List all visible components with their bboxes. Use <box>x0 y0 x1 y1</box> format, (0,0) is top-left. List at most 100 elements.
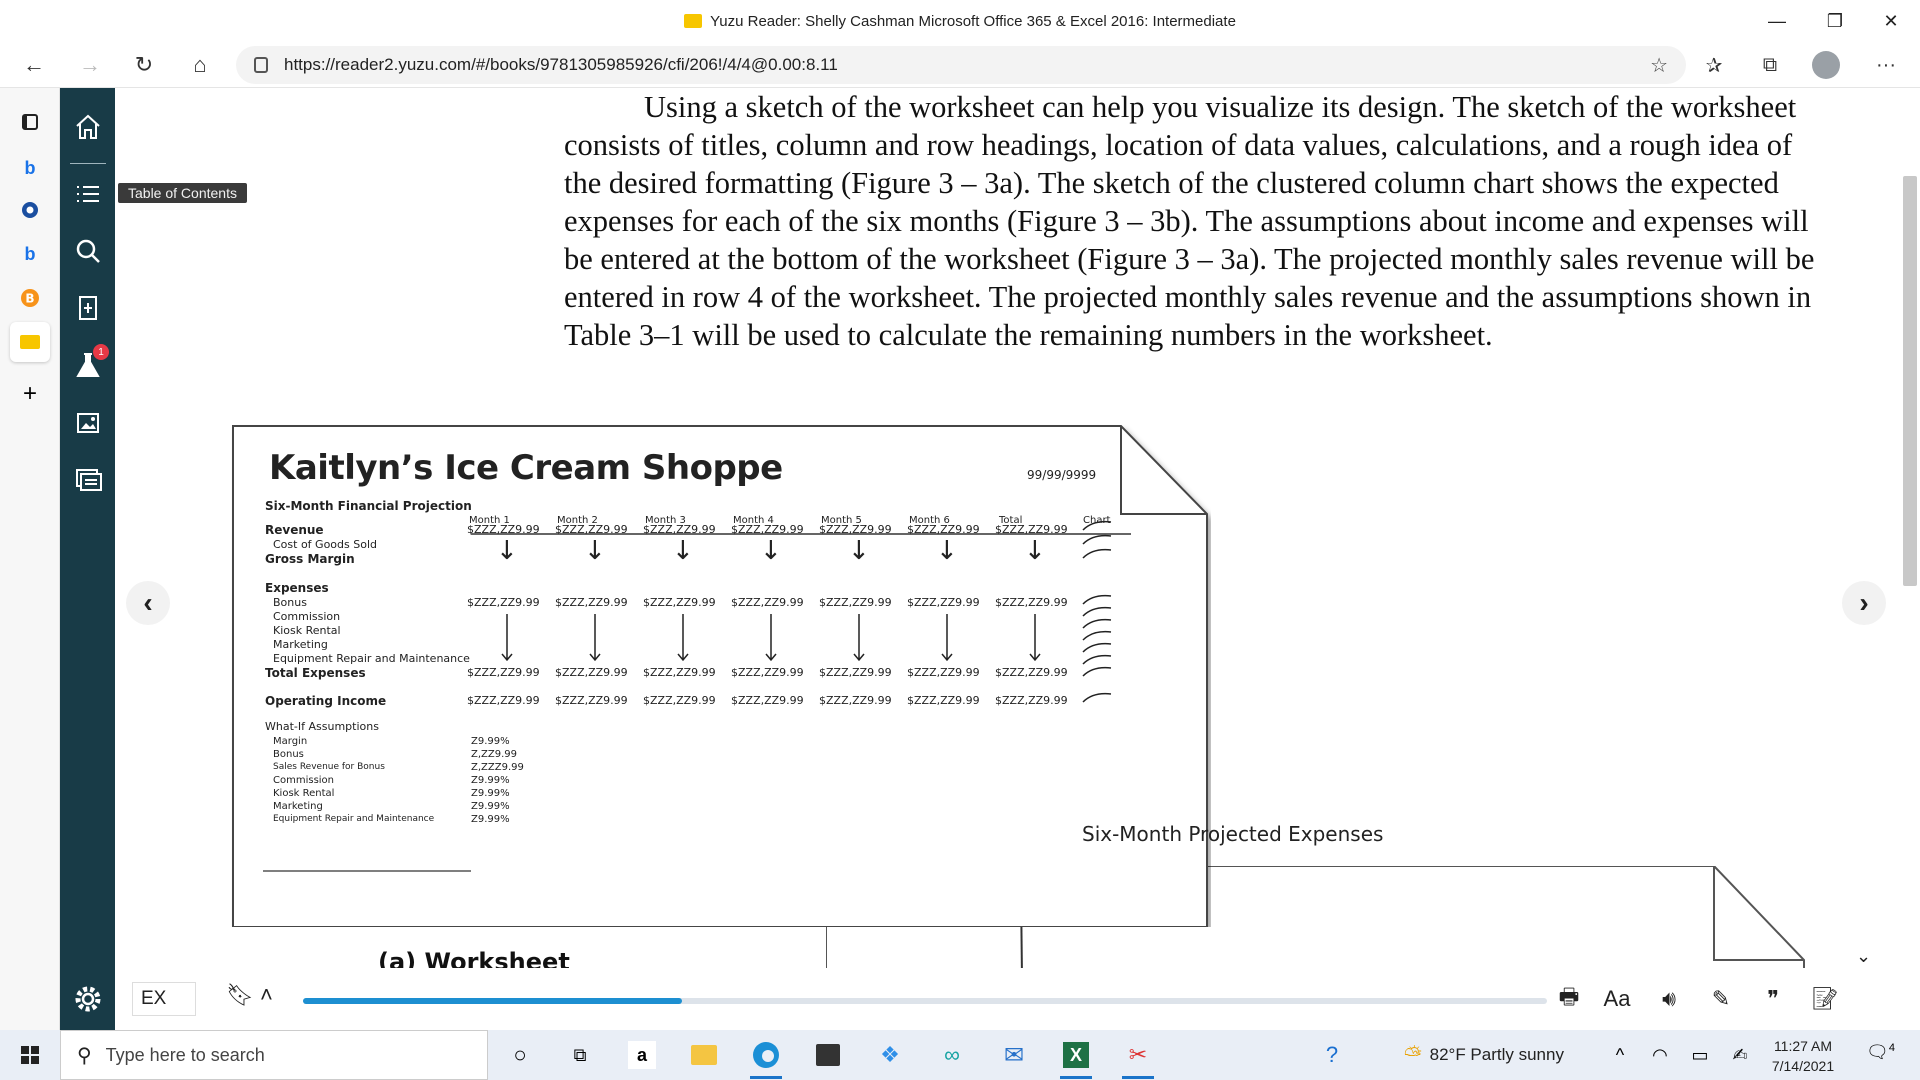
vertical-scrollbar[interactable] <box>1900 88 1920 968</box>
cell-value: $ZZZ,ZZ9.99 <box>467 694 540 707</box>
notification-center-icon[interactable]: 🗨︎4 <box>1866 1042 1895 1063</box>
assumptions-header: What-If Assumptions <box>265 720 379 733</box>
images-icon[interactable] <box>69 404 107 442</box>
assumption-label: Equipment Repair and Maintenance <box>273 814 435 824</box>
flashcards-icon[interactable] <box>69 289 107 327</box>
worksheet-sketch-figure: Kaitlyn’s Ice Cream Shoppe 99/99/9999 Si… <box>231 424 1211 927</box>
cell-value: $ZZZ,ZZ9.99 <box>819 666 892 679</box>
progress-fill <box>303 998 683 1004</box>
minimize-button[interactable]: — <box>1748 0 1806 42</box>
previous-page-button[interactable]: ‹ <box>126 581 170 625</box>
highlighter-icon[interactable]: ✎ <box>1704 982 1738 1016</box>
amazon-icon[interactable]: a <box>622 1035 662 1075</box>
infinity-icon[interactable]: ∞ <box>932 1035 972 1075</box>
refresh-button[interactable]: ↻ <box>126 47 162 83</box>
table-of-contents-tooltip: Table of Contents <box>118 183 247 203</box>
settings-button[interactable] <box>60 968 115 1030</box>
cell-value: $ZZZ,ZZ9.99 <box>467 666 540 679</box>
forward-button[interactable]: → <box>72 47 108 83</box>
assumption-label: Marketing <box>273 801 323 812</box>
flask-icon[interactable]: 1 <box>69 344 109 384</box>
assumption-label: Margin <box>273 736 308 747</box>
cell-value: $ZZZ,ZZ9.99 <box>995 694 1068 707</box>
cell-value: $ZZZ,ZZ9.99 <box>643 666 716 679</box>
search-icon: ⚲ <box>77 1044 92 1067</box>
chevron-up-icon[interactable]: ^ <box>1600 1035 1640 1075</box>
assumption-label: Commission <box>273 775 335 786</box>
notes-edit-icon[interactable]: 📝︎ <box>1808 982 1842 1016</box>
add-favorite-icon[interactable]: ☆ <box>1650 53 1668 78</box>
search-placeholder[interactable]: Type here to search <box>106 1045 265 1066</box>
assumption-value: Z9.99% <box>471 788 510 799</box>
edge-icon[interactable] <box>746 1035 786 1079</box>
battery-icon[interactable]: ▭ <box>1680 1035 1720 1075</box>
read-aloud-icon[interactable]: 🔊︎ <box>1652 982 1686 1016</box>
chart-sketch-title: Six-Month Projected Expenses <box>1082 822 1384 846</box>
lock-icon[interactable] <box>254 57 268 73</box>
home-icon[interactable] <box>69 108 107 146</box>
notes-icon[interactable] <box>69 460 107 498</box>
address-bar: ← → ↻ ⌂ https://reader2.yuzu.com/#/books… <box>0 42 1920 88</box>
cell-value: $ZZZ,ZZ9.99 <box>995 666 1068 679</box>
back-button[interactable]: ← <box>16 47 52 83</box>
font-size-button[interactable]: Aa <box>1594 982 1640 1016</box>
sidebar-divider <box>70 163 106 164</box>
cell-value: $ZZZ,ZZ9.99 <box>819 694 892 707</box>
excel-icon[interactable]: X <box>1056 1035 1096 1079</box>
chevron-down-icon[interactable]: ⌄ <box>1856 946 1871 967</box>
partly-sunny-icon: ⛅︎ <box>1404 1042 1422 1067</box>
edge-sidebar: b b B + <box>0 88 60 1030</box>
tab-actions-icon[interactable] <box>14 106 46 138</box>
avatar[interactable] <box>1812 51 1840 79</box>
assumption-value: Z9.99% <box>471 775 510 786</box>
profile-button[interactable] <box>1808 47 1844 83</box>
more-menu-icon[interactable]: ··· <box>1868 47 1904 83</box>
page-number-field[interactable]: EX 11( <box>132 982 196 1016</box>
assumption-label: Bonus <box>273 749 304 760</box>
windows-icon <box>21 1046 39 1064</box>
print-icon[interactable]: 🖶 <box>1552 982 1586 1016</box>
weather-widget[interactable]: ⛅︎ 82°F Partly sunny <box>1404 1030 1564 1080</box>
snipping-tool-icon[interactable]: ✂ <box>1118 1035 1158 1079</box>
system-clock[interactable]: 11:27 AM 7/14/2021 <box>1760 1036 1846 1076</box>
assumption-label: Sales Revenue for Bonus <box>273 762 385 772</box>
cell-value: $ZZZ,ZZ9.99 <box>555 666 628 679</box>
collections-icon[interactable]: ⧉ <box>1752 47 1788 83</box>
restore-button[interactable]: ❐ <box>1806 0 1864 42</box>
bitcoin-icon[interactable]: B <box>14 282 46 314</box>
favorites-icon[interactable]: ✰ <box>1696 47 1732 83</box>
assumption-value: Z9.99% <box>471 801 510 812</box>
store-icon[interactable] <box>808 1035 848 1075</box>
scrollbar-thumb[interactable] <box>1903 176 1917 586</box>
next-page-button[interactable]: › <box>1842 581 1886 625</box>
table-of-contents-icon[interactable] <box>69 175 107 213</box>
cell-value: $ZZZ,ZZ9.99 <box>643 694 716 707</box>
task-view-icon[interactable]: ⧉ <box>560 1035 600 1075</box>
wifi-icon[interactable]: ◠ <box>1640 1035 1680 1075</box>
home-button[interactable]: ⌂ <box>182 47 218 83</box>
add-app-icon[interactable]: + <box>14 378 46 410</box>
pen-icon[interactable]: ✍︎ <box>1720 1035 1760 1075</box>
dropbox-icon[interactable]: ❖ <box>870 1035 910 1075</box>
assumption-label: Kiosk Rental <box>273 788 335 799</box>
search-icon[interactable] <box>69 232 107 270</box>
cortana-icon[interactable]: ○ <box>500 1035 540 1075</box>
office-icon[interactable] <box>14 194 46 226</box>
citation-icon[interactable]: ❞ <box>1756 982 1790 1016</box>
reading-progress-bar[interactable] <box>303 998 1547 1004</box>
file-explorer-icon[interactable] <box>684 1035 724 1075</box>
mail-icon[interactable]: ✉ <box>994 1035 1034 1075</box>
bookmark-icon[interactable]: 🔖︎ ˄ <box>226 982 273 1008</box>
weather-text: 82°F Partly sunny <box>1429 1045 1564 1064</box>
yuzu-app-icon[interactable] <box>10 322 50 362</box>
assumption-value: Z,ZZ9.99 <box>471 749 517 760</box>
url-field[interactable]: https://reader2.yuzu.com/#/books/9781305… <box>236 46 1686 84</box>
url-text[interactable]: https://reader2.yuzu.com/#/books/9781305… <box>284 55 838 75</box>
assumption-value: Z9.99% <box>471 814 510 825</box>
bing-icon-2[interactable]: b <box>14 238 46 270</box>
bing-icon[interactable]: b <box>14 152 46 184</box>
start-button[interactable] <box>0 1030 60 1080</box>
help-icon[interactable]: ? <box>1312 1035 1352 1075</box>
close-window-button[interactable]: ✕ <box>1862 0 1920 42</box>
taskbar-search[interactable]: ⚲ Type here to search <box>60 1030 488 1080</box>
